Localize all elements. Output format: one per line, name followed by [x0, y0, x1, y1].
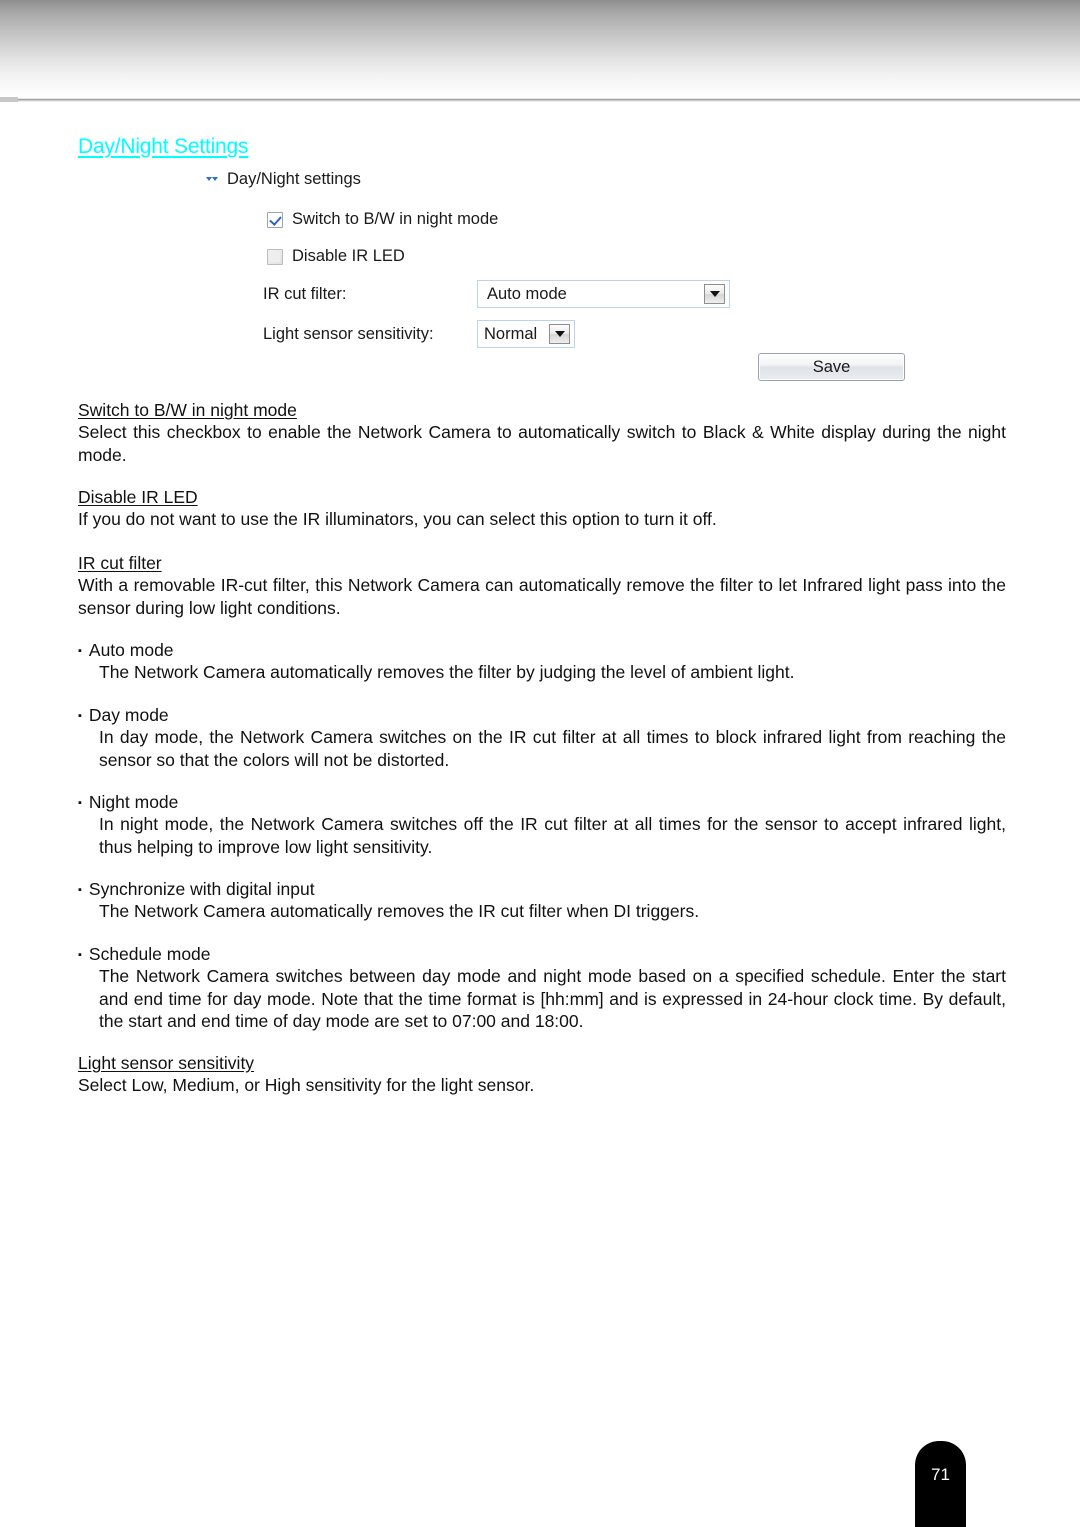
section-body: Select Low, Medium, or High sensitivity … [78, 1075, 535, 1096]
checkbox-row-disable-ir-led[interactable]: Disable IR LED [267, 247, 405, 266]
double-chevron-down-icon[interactable] [205, 173, 219, 187]
ir-cut-filter-select[interactable]: Auto mode [477, 280, 730, 308]
disable-ir-led-label: Disable IR LED [292, 247, 405, 265]
bullet-synchronize-with-digital-input: ▪ Synchronize with digital input The Net… [78, 878, 1006, 923]
switch-to-bw-checkbox[interactable] [267, 211, 283, 228]
field-row-light-sensor-sensitivity: Light sensor sensitivity: Normal [263, 320, 575, 348]
ir-cut-filter-label: IR cut filter: [263, 284, 347, 303]
square-bullet-icon: ▪ [78, 710, 82, 722]
bullet-body: In night mode, the Network Camera switch… [99, 814, 1006, 857]
chevron-down-icon[interactable] [704, 284, 725, 304]
page-header-rule [0, 97, 1080, 102]
bullet-title: ▪ Synchronize with digital input [78, 878, 1006, 900]
chevron-down-icon[interactable] [549, 324, 570, 344]
bullet-title-label: Night mode [88, 792, 179, 812]
page-header-rule-notch [0, 97, 18, 102]
switch-to-bw-label: Switch to B/W in night mode [292, 210, 499, 228]
ir-cut-filter-value: Auto mode [487, 284, 567, 303]
bullet-body: The Network Camera automatically removes… [99, 901, 700, 922]
bullet-title-label: Schedule mode [88, 944, 211, 964]
light-sensor-sensitivity-value: Normal [484, 324, 538, 343]
section-disable-ir-led: Disable IR LED If you do not want to use… [78, 486, 1006, 531]
bullet-title: ▪ Night mode [78, 791, 1006, 813]
checkbox-row-switch-bw[interactable]: Switch to B/W in night mode [267, 210, 498, 229]
light-sensor-sensitivity-label: Light sensor sensitivity: [263, 324, 434, 343]
square-bullet-icon: ▪ [78, 884, 82, 896]
panel-header: Day/Night settings [205, 170, 361, 189]
bullet-body: In day mode, the Network Camera switches… [99, 727, 1006, 770]
bullet-title-label: Auto mode [88, 640, 174, 660]
bullet-body: The Network Camera switches between day … [99, 966, 1006, 1031]
page-header-band [0, 0, 1080, 97]
section-body: Select this checkbox to enable the Netwo… [78, 422, 1006, 465]
bullet-night-mode: ▪ Night mode In night mode, the Network … [78, 791, 1006, 858]
sub-heading: Disable IR LED [78, 487, 198, 507]
light-sensor-sensitivity-select[interactable]: Normal [477, 320, 575, 348]
square-bullet-icon: ▪ [78, 949, 82, 961]
sub-heading: IR cut filter [78, 553, 162, 573]
bullet-title-label: Day mode [88, 705, 169, 725]
bullet-auto-mode: ▪ Auto mode The Network Camera automatic… [78, 639, 1006, 684]
bullet-title: ▪ Auto mode [78, 639, 1006, 661]
page-number-tab: 71 [915, 1441, 966, 1527]
bullet-schedule-mode: ▪ Schedule mode The Network Camera switc… [78, 943, 1006, 1032]
sub-heading: Switch to B/W in night mode [78, 400, 297, 420]
bullet-title: ▪ Day mode [78, 704, 1006, 726]
bullet-body: The Network Camera automatically removes… [99, 662, 795, 683]
bullet-day-mode: ▪ Day mode In day mode, the Network Came… [78, 704, 1006, 771]
section-body: With a removable IR-cut filter, this Net… [78, 575, 1006, 618]
disable-ir-led-checkbox[interactable] [267, 248, 283, 265]
page-title: Day/Night Settings [78, 135, 249, 158]
section-body: If you do not want to use the IR illumin… [78, 509, 717, 530]
panel-header-label: Day/Night settings [227, 170, 361, 188]
save-button[interactable]: Save [758, 353, 905, 381]
square-bullet-icon: ▪ [78, 645, 82, 657]
page-number: 71 [931, 1465, 950, 1484]
section-ir-cut-filter: IR cut filter With a removable IR-cut fi… [78, 552, 1006, 619]
square-bullet-icon: ▪ [78, 797, 82, 809]
sub-heading: Light sensor sensitivity [78, 1053, 255, 1073]
day-night-settings-panel: Day/Night settings Switch to B/W in nigh… [205, 168, 945, 388]
section-switch-to-bw: Switch to B/W in night mode Select this … [78, 399, 1006, 466]
section-light-sensor-sensitivity: Light sensor sensitivity Select Low, Med… [78, 1052, 1006, 1097]
field-row-ir-cut-filter: IR cut filter: Auto mode [263, 280, 730, 308]
bullet-title: ▪ Schedule mode [78, 943, 1006, 965]
bullet-title-label: Synchronize with digital input [88, 879, 315, 899]
